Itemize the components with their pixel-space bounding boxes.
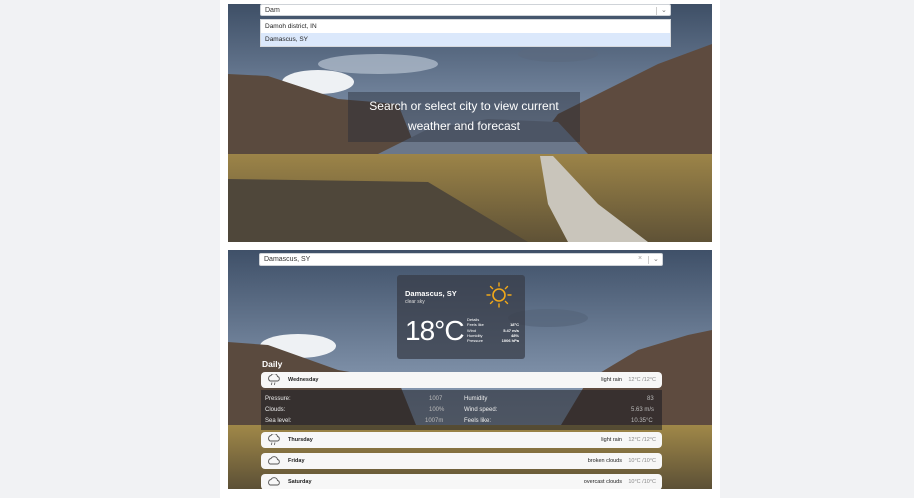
detail-label: Pressure [467, 338, 484, 344]
option-damascus[interactable]: Damascus, SY [261, 33, 670, 46]
day-description: broken clouds [587, 458, 622, 464]
current-details: Details Feels like 18°C Wind 5.47 m/s Humi… [467, 317, 519, 343]
chevron-down-icon[interactable]: ⌄ [661, 6, 667, 14]
chevron-down-icon[interactable]: ⌄ [653, 255, 659, 263]
forecast-row-friday[interactable]: Friday broken clouds 10°C /10°C [261, 453, 662, 469]
detail-value: 1007m [425, 418, 444, 424]
current-weather-card: Damascus, SY clear sky 18°C Details Feel… [397, 275, 525, 359]
day-name: Thursday [288, 437, 313, 443]
day-name: Wednesday [288, 377, 319, 383]
cloud-icon [268, 456, 280, 465]
rain-cloud-icon [268, 374, 280, 386]
detail-row: Pressure 1006 hPa [467, 338, 519, 343]
search-panel: Dam ⌄ Damoh district, IN Damascus, SY Se… [228, 4, 712, 242]
detail-label: Wind speed: [464, 407, 498, 413]
clear-icon[interactable]: × [638, 255, 642, 262]
detail-label: Sea level: [265, 418, 292, 424]
option-damoh[interactable]: Damoh district, IN [261, 20, 670, 33]
detail-value: 100% [429, 407, 445, 413]
city-search-input[interactable]: Dam ⌄ [260, 4, 671, 16]
day-temp-range: 10°C /10°C [628, 458, 656, 464]
detail-label: Clouds: [265, 407, 286, 413]
city-search-input[interactable]: Damascus, SY × ⌄ [259, 253, 663, 266]
city-options-dropdown: Damoh district, IN Damascus, SY [260, 19, 671, 47]
detail-label: Humidity [464, 396, 488, 402]
detail-label: Feels like: [464, 418, 492, 424]
detail-label: Pressure: [265, 396, 291, 402]
weather-panel: Damascus, SY × ⌄ Damascus, SY clear sky … [228, 250, 712, 489]
detail-value: 1007 [429, 396, 443, 402]
dropdown-separator [656, 7, 657, 15]
day-description: light rain [601, 437, 622, 443]
forecast-row-thursday[interactable]: Thursday light rain 12°C /12°C [261, 432, 662, 448]
day-temp-range: 12°C /12°C [628, 377, 656, 383]
rain-cloud-icon [268, 434, 280, 446]
day-description: overcast clouds [583, 479, 622, 485]
current-condition: clear sky [405, 299, 425, 305]
detail-value: 1006 hPa [501, 338, 519, 344]
search-prompt-text: Search or select city to view current we… [348, 92, 580, 142]
day-name: Friday [288, 458, 305, 464]
search-input-value: Damascus, SY [264, 256, 311, 263]
day-temp-range: 10°C /10°C [628, 479, 656, 485]
detail-value: 83 [647, 396, 654, 402]
sun-icon [486, 282, 512, 308]
forecast-row-wednesday[interactable]: Wednesday light rain 12°C /12°C [261, 372, 662, 388]
current-temperature: 18°C [405, 315, 465, 346]
current-city: Damascus, SY [405, 289, 457, 298]
dropdown-separator [648, 256, 649, 264]
daily-heading: Daily [262, 359, 283, 369]
day-name: Saturday [288, 479, 312, 485]
day-description: light rain [601, 377, 622, 383]
detail-value: 10.35°C [631, 418, 653, 424]
forecast-row-saturday[interactable]: Saturday overcast clouds 10°C /10°C [261, 474, 662, 489]
search-input-value: Dam [265, 7, 280, 14]
cloud-icon [268, 477, 280, 486]
detail-value: 5.63 m/s [631, 407, 655, 413]
forecast-details-wednesday: Pressure: 1007 Clouds: 100% Sea level: 1… [261, 390, 662, 430]
day-temp-range: 12°C /12°C [628, 437, 656, 443]
